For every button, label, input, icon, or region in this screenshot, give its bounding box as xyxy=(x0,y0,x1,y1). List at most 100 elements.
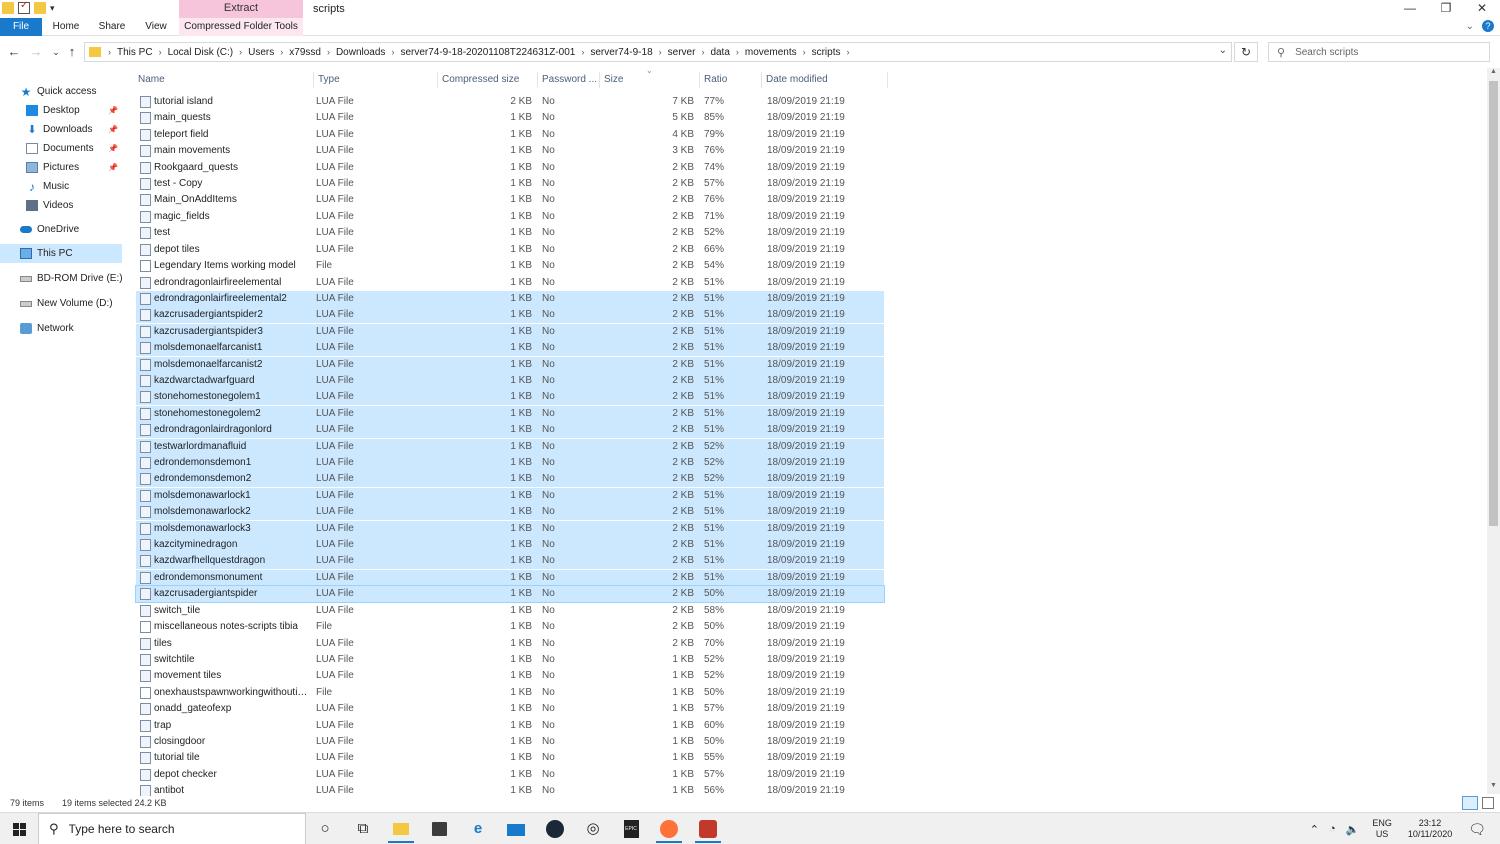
breadcrumb-zip[interactable]: server74-9-18-20201108T224631Z-001 xyxy=(400,47,575,58)
cortana-icon[interactable]: ○ xyxy=(312,817,338,843)
expand-ribbon-icon[interactable]: ⌄ xyxy=(1466,21,1474,32)
chevron-right-icon[interactable]: › xyxy=(803,47,806,57)
file-row[interactable]: switchtile LUA File 1 KB No 1 KB 52% 18/09/201… xyxy=(136,652,884,668)
help-icon[interactable]: ? xyxy=(1482,20,1494,32)
file-row[interactable]: depot tiles LUA File 1 KB No 2 KB 66% 18/09/20… xyxy=(136,242,884,258)
breadcrumb-downloads[interactable]: Downloads xyxy=(336,47,385,58)
column-compressed-size[interactable]: Compressed size xyxy=(438,72,538,88)
file-row[interactable]: molsdemonaelfarcanist2 LUA File 1 KB No 2 KB… xyxy=(136,356,884,373)
file-row[interactable]: kazdwarfhellquestdragon LUA File 1 KB No 2 K… xyxy=(136,553,884,570)
file-row[interactable]: edrondemonsdemon2 LUA File 1 KB No 2 KB 52% 18… xyxy=(136,471,884,488)
breadcrumb-local-disk[interactable]: Local Disk (C:) xyxy=(168,47,234,58)
column-password[interactable]: Password ... xyxy=(538,72,600,88)
file-row[interactable]: stonehomestonegolem2 LUA File 1 KB No 2 KB 51… xyxy=(136,405,884,422)
nav-documents[interactable]: Documents 📌 xyxy=(26,139,122,158)
epic-games-icon[interactable]: EPIC GAMES xyxy=(618,817,644,843)
maximize-button[interactable]: ❐ xyxy=(1428,0,1464,18)
nav-quick-access[interactable]: ★ Quick access xyxy=(20,82,142,101)
tab-share[interactable]: Share xyxy=(94,18,130,36)
file-row[interactable]: main movements LUA File 1 KB No 3 KB 76% 18/09… xyxy=(136,143,884,159)
chevron-right-icon[interactable]: › xyxy=(280,47,283,57)
chevron-right-icon[interactable]: › xyxy=(847,47,850,57)
chevron-right-icon[interactable]: › xyxy=(391,47,394,57)
tab-home[interactable]: Home xyxy=(48,18,84,36)
file-row[interactable]: Legendary Items working model File 1 KB No 2… xyxy=(136,258,884,274)
file-row[interactable]: switch_tile LUA File 1 KB No 2 KB 58% 18/09/20… xyxy=(136,603,884,619)
large-icons-view-icon[interactable] xyxy=(1482,797,1494,809)
file-row[interactable]: trap LUA File 1 KB No 1 KB 60% 18/09/2019 21:1… xyxy=(136,718,884,734)
microsoft-store-icon[interactable] xyxy=(426,817,452,843)
chevron-right-icon[interactable]: › xyxy=(581,47,584,57)
file-row[interactable]: edrondemonsdemon1 LUA File 1 KB No 2 KB 52% 18… xyxy=(136,455,884,472)
breadcrumb-server[interactable]: server xyxy=(668,47,696,58)
breadcrumb-data[interactable]: data xyxy=(710,47,729,58)
scrollbar-thumb[interactable] xyxy=(1489,81,1498,526)
recent-locations-icon[interactable]: ⌄ xyxy=(48,44,64,60)
file-row[interactable]: tutorial island LUA File 2 KB No 7 KB 77% 18/0… xyxy=(136,94,884,110)
file-row[interactable]: Rookgaard_quests LUA File 1 KB No 2 KB 74% 18/… xyxy=(136,160,884,176)
chevron-right-icon[interactable]: › xyxy=(108,47,111,57)
file-row[interactable]: edrondragonlairfireelemental2 LUA File 1 K… xyxy=(136,290,884,307)
column-name[interactable]: Name xyxy=(134,72,314,88)
nav-this-pc[interactable]: This PC xyxy=(0,244,122,263)
file-row[interactable]: kazcrusadergiantspider LUA File 1 KB No 2 KB… xyxy=(135,585,885,604)
tab-compressed-folder-tools[interactable]: Compressed Folder Tools xyxy=(179,18,303,36)
folder-icon[interactable] xyxy=(2,2,14,14)
breadcrumb-this-pc[interactable]: This PC xyxy=(117,47,153,58)
properties-icon[interactable] xyxy=(18,0,30,14)
file-row[interactable]: molsdemonawarlock3 LUA File 1 KB No 2 KB 51% 1… xyxy=(136,520,884,537)
search-input[interactable] xyxy=(1295,46,1476,58)
edge-browser-icon[interactable]: e xyxy=(465,817,491,843)
volume-icon[interactable]: 🔈 xyxy=(1346,823,1360,836)
file-row[interactable]: depot checker LUA File 1 KB No 1 KB 57% 18/09/… xyxy=(136,767,884,783)
taskbar-search-input[interactable] xyxy=(68,822,269,836)
file-row[interactable]: onexhaustspawnworkingwithoutin... File 1 K… xyxy=(136,685,884,701)
file-row[interactable]: closingdoor LUA File 1 KB No 1 KB 50% 18/09/20… xyxy=(136,734,884,750)
nav-downloads[interactable]: ⬇ Downloads 📌 xyxy=(26,120,122,139)
clock[interactable]: 23:12 10/11/2020 xyxy=(1408,818,1452,840)
nav-onedrive[interactable]: OneDrive xyxy=(20,220,122,239)
chevron-right-icon[interactable]: › xyxy=(701,47,704,57)
start-button[interactable] xyxy=(0,813,38,844)
chevron-right-icon[interactable]: › xyxy=(327,47,330,57)
up-button[interactable]: ↑ xyxy=(64,44,80,60)
file-row[interactable]: molsdemonawarlock1 LUA File 1 KB No 2 KB 51% 1… xyxy=(136,487,884,504)
breadcrumb-server-folder[interactable]: server74-9-18 xyxy=(590,47,652,58)
nav-new-volume[interactable]: New Volume (D:) xyxy=(20,294,122,313)
file-row[interactable]: edrondragonlairdragonlord LUA File 1 KB No 2… xyxy=(136,422,884,439)
nav-videos[interactable]: Videos xyxy=(26,196,122,215)
tab-view[interactable]: View xyxy=(140,18,172,36)
breadcrumb-user[interactable]: x79ssd xyxy=(289,47,321,58)
breadcrumb-movements[interactable]: movements xyxy=(745,47,797,58)
nav-bd-rom[interactable]: BD-ROM Drive (E:) UE xyxy=(20,269,122,288)
vertical-scrollbar[interactable]: ▲ ▼ xyxy=(1487,68,1500,794)
pin-icon[interactable]: 📌 xyxy=(108,163,118,172)
file-row[interactable]: tiles LUA File 1 KB No 2 KB 70% 18/09/2019 21:… xyxy=(136,636,884,652)
steam-icon[interactable] xyxy=(542,817,568,843)
customize-toolbar-icon[interactable]: ▾ xyxy=(50,3,60,14)
firefox-icon[interactable] xyxy=(656,817,682,843)
forward-button[interactable]: → xyxy=(28,44,44,60)
game-client-icon[interactable] xyxy=(695,817,721,843)
minimize-button[interactable]: — xyxy=(1392,0,1428,18)
column-date-modified[interactable]: Date modified xyxy=(762,72,888,88)
mail-icon[interactable] xyxy=(503,817,529,843)
file-row[interactable]: Main_OnAddItems LUA File 1 KB No 2 KB 76% 18/0… xyxy=(136,192,884,208)
file-row[interactable]: test - Copy LUA File 1 KB No 2 KB 57% 18/09/20… xyxy=(136,176,884,192)
back-button[interactable]: ← xyxy=(6,44,22,60)
notifications-icon[interactable]: 🗨 xyxy=(1468,821,1486,838)
file-row[interactable]: movement tiles LUA File 1 KB No 1 KB 52% 18/09… xyxy=(136,668,884,684)
nav-network[interactable]: Network xyxy=(20,319,122,338)
file-row[interactable]: onadd_gateofexp LUA File 1 KB No 1 KB 57% 18/0… xyxy=(136,701,884,717)
search-box[interactable]: ⚲ xyxy=(1268,42,1490,62)
address-bar[interactable]: › This PC › Local Disk (C:) › Users › x7… xyxy=(84,42,1232,62)
file-row[interactable]: magic_fields LUA File 1 KB No 2 KB 71% 18/09/2… xyxy=(136,209,884,225)
chevron-right-icon[interactable]: › xyxy=(736,47,739,57)
file-row[interactable]: teleport field LUA File 1 KB No 4 KB 79% 18/09… xyxy=(136,127,884,143)
file-row[interactable]: kazcrusadergiantspider2 LUA File 1 KB No 2 K… xyxy=(136,307,884,324)
chevron-right-icon[interactable]: › xyxy=(159,47,162,57)
new-folder-icon[interactable] xyxy=(34,2,46,14)
taskbar-search[interactable]: ⚲ xyxy=(38,813,306,844)
close-button[interactable]: ✕ xyxy=(1464,0,1500,18)
file-row[interactable]: stonehomestonegolem1 LUA File 1 KB No 2 KB 51… xyxy=(136,389,884,406)
